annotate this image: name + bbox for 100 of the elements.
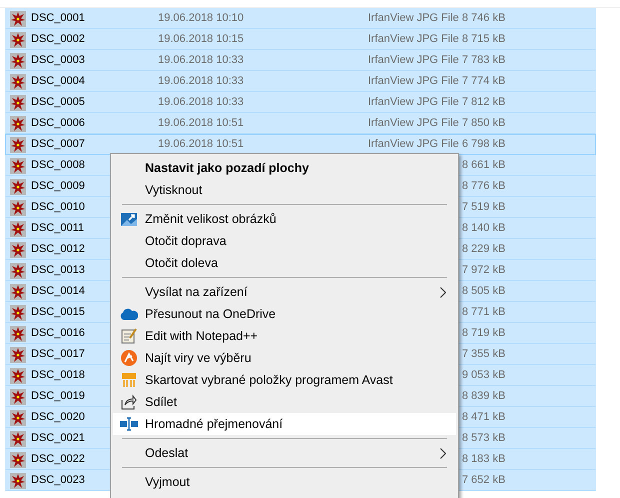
file-size: 6 798 kB	[462, 137, 506, 152]
image-file-icon	[10, 10, 26, 26]
menu-item[interactable]: Nastavit jako pozadí plochy	[113, 157, 456, 179]
image-file-icon	[10, 262, 26, 278]
file-size: 8 839 kB	[462, 389, 506, 404]
file-size: 8 229 kB	[462, 242, 506, 258]
image-file-icon	[10, 94, 26, 110]
file-date: 19.06.2018 10:51	[158, 138, 244, 150]
file-size: 9 053 kB	[462, 368, 506, 384]
file-size: 8 715 kB	[462, 32, 506, 48]
menu-item[interactable]: Sdílet	[113, 391, 456, 413]
file-name: DSC_0013	[31, 263, 85, 278]
file-name: DSC_0015	[31, 305, 85, 320]
resize-image-icon	[121, 211, 137, 227]
file-size: 8 776 kB	[462, 179, 506, 194]
file-name: DSC_0023	[31, 473, 85, 488]
menu-item[interactable]: Otočit doleva	[113, 252, 456, 274]
file-name: DSC_0017	[31, 347, 85, 362]
file-size: 7 355 kB	[462, 347, 506, 362]
file-type: IrfanView JPG File	[368, 117, 459, 130]
image-file-icon	[10, 410, 26, 426]
image-file-icon	[10, 346, 26, 362]
file-type: IrfanView JPG File	[368, 54, 459, 66]
menu-item[interactable]: Vyjmout	[113, 471, 456, 493]
file-name: DSC_0005	[31, 95, 85, 110]
file-name: DSC_0016	[31, 326, 85, 342]
menu-item[interactable]: Vytisknout	[113, 179, 456, 201]
image-file-icon	[10, 32, 26, 48]
image-file-icon	[10, 74, 26, 90]
file-name: DSC_0006	[31, 116, 85, 132]
menu-item-label: Sdílet	[145, 394, 177, 411]
menu-item-label: Vysílat na zařízení	[145, 284, 248, 301]
image-file-icon	[10, 452, 26, 468]
image-file-icon	[10, 472, 26, 488]
menu-item-label: Otočit doleva	[145, 254, 218, 272]
file-type: IrfanView JPG File	[368, 96, 459, 108]
menu-item[interactable]: Přesunout na OneDrive	[113, 303, 456, 325]
antivirus-icon	[121, 350, 137, 366]
menu-item-label: Hromadné přejmenování	[145, 416, 283, 433]
menu-item[interactable]: Odeslat	[113, 442, 456, 464]
file-name: DSC_0021	[31, 431, 85, 446]
image-file-icon	[10, 388, 26, 404]
file-size: 7 652 kB	[462, 473, 506, 488]
menu-item-label: Přesunout na OneDrive	[145, 306, 276, 323]
file-name: DSC_0010	[31, 200, 85, 216]
file-name: DSC_0011	[31, 221, 84, 236]
image-file-icon	[10, 326, 26, 342]
file-size: 8 661 kB	[462, 158, 506, 174]
file-name: DSC_0019	[31, 389, 85, 404]
file-type: IrfanView JPG File	[368, 75, 459, 88]
file-size: 8 746 kB	[462, 11, 506, 26]
file-name: DSC_0008	[31, 158, 85, 174]
file-size: 8 771 kB	[462, 305, 506, 320]
file-name: DSC_0002	[31, 32, 85, 48]
file-type: IrfanView JPG File	[368, 138, 459, 150]
file-name: DSC_0018	[31, 368, 85, 384]
menu-item[interactable]: Vysílat na zařízení	[113, 281, 456, 303]
image-file-icon	[10, 136, 26, 152]
menu-item-label: Změnit velikost obrázků	[145, 210, 276, 228]
file-row[interactable]: DSC_0004 19.06.2018 10:33 IrfanView JPG File 7 774 kB	[5, 71, 596, 92]
file-row[interactable]: DSC_0001 19.06.2018 10:10 IrfanView JPG File 8 746 kB	[5, 8, 596, 29]
file-date: 19.06.2018 10:10	[158, 12, 244, 24]
file-name: DSC_0022	[31, 452, 85, 468]
menu-item[interactable]: Skartovat vybrané položky programem Avast	[113, 369, 456, 391]
menu-item[interactable]: Změnit velikost obrázků	[113, 208, 456, 230]
file-size: 8 719 kB	[462, 326, 506, 342]
file-name: DSC_0009	[31, 179, 85, 194]
file-row[interactable]: DSC_0002 19.06.2018 10:15 IrfanView JPG File 8 715 kB	[5, 29, 596, 50]
file-row[interactable]: DSC_0007 19.06.2018 10:51 IrfanView JPG File 6 798 kB	[5, 134, 596, 155]
file-type: IrfanView JPG File	[368, 12, 459, 24]
file-date: 19.06.2018 10:15	[158, 33, 244, 46]
image-file-icon	[10, 368, 26, 384]
image-file-icon	[10, 52, 26, 68]
menu-item[interactable]: Otočit doprava	[113, 230, 456, 252]
image-file-icon	[10, 178, 26, 194]
file-row[interactable]: DSC_0006 19.06.2018 10:51 IrfanView JPG File 7 850 kB	[5, 113, 596, 134]
menu-item-label: Vytisknout	[145, 182, 202, 199]
file-name: DSC_0007	[31, 137, 85, 152]
menu-item[interactable]: Najít viry ve výběru	[113, 347, 456, 369]
file-size: 7 519 kB	[462, 200, 506, 216]
file-size: 8 471 kB	[462, 410, 506, 426]
file-size: 7 783 kB	[462, 53, 506, 68]
menu-item[interactable]: Edit with Notepad++	[113, 325, 456, 347]
share-icon	[121, 394, 137, 410]
file-date: 19.06.2018 10:33	[158, 75, 244, 88]
file-date: 19.06.2018 10:33	[158, 54, 244, 66]
menu-item-label: Najít viry ve výběru	[145, 350, 252, 367]
menu-item[interactable]: Hromadné přejmenování	[113, 413, 456, 435]
image-file-icon	[10, 116, 26, 132]
menu-item-label: Vyjmout	[145, 474, 190, 491]
file-size: 7 774 kB	[462, 74, 506, 90]
file-row[interactable]: DSC_0005 19.06.2018 10:33 IrfanView JPG File 7 812 kB	[5, 92, 596, 113]
file-row[interactable]: DSC_0003 19.06.2018 10:33 IrfanView JPG File 7 783 kB	[5, 50, 596, 71]
file-name: DSC_0004	[31, 74, 85, 90]
file-name: DSC_0014	[31, 284, 85, 300]
image-file-icon	[10, 304, 26, 320]
file-name: DSC_0020	[31, 410, 85, 426]
menu-item-label: Odeslat	[145, 444, 188, 462]
file-size: 8 573 kB	[462, 431, 506, 446]
file-name: DSC_0012	[31, 242, 85, 258]
